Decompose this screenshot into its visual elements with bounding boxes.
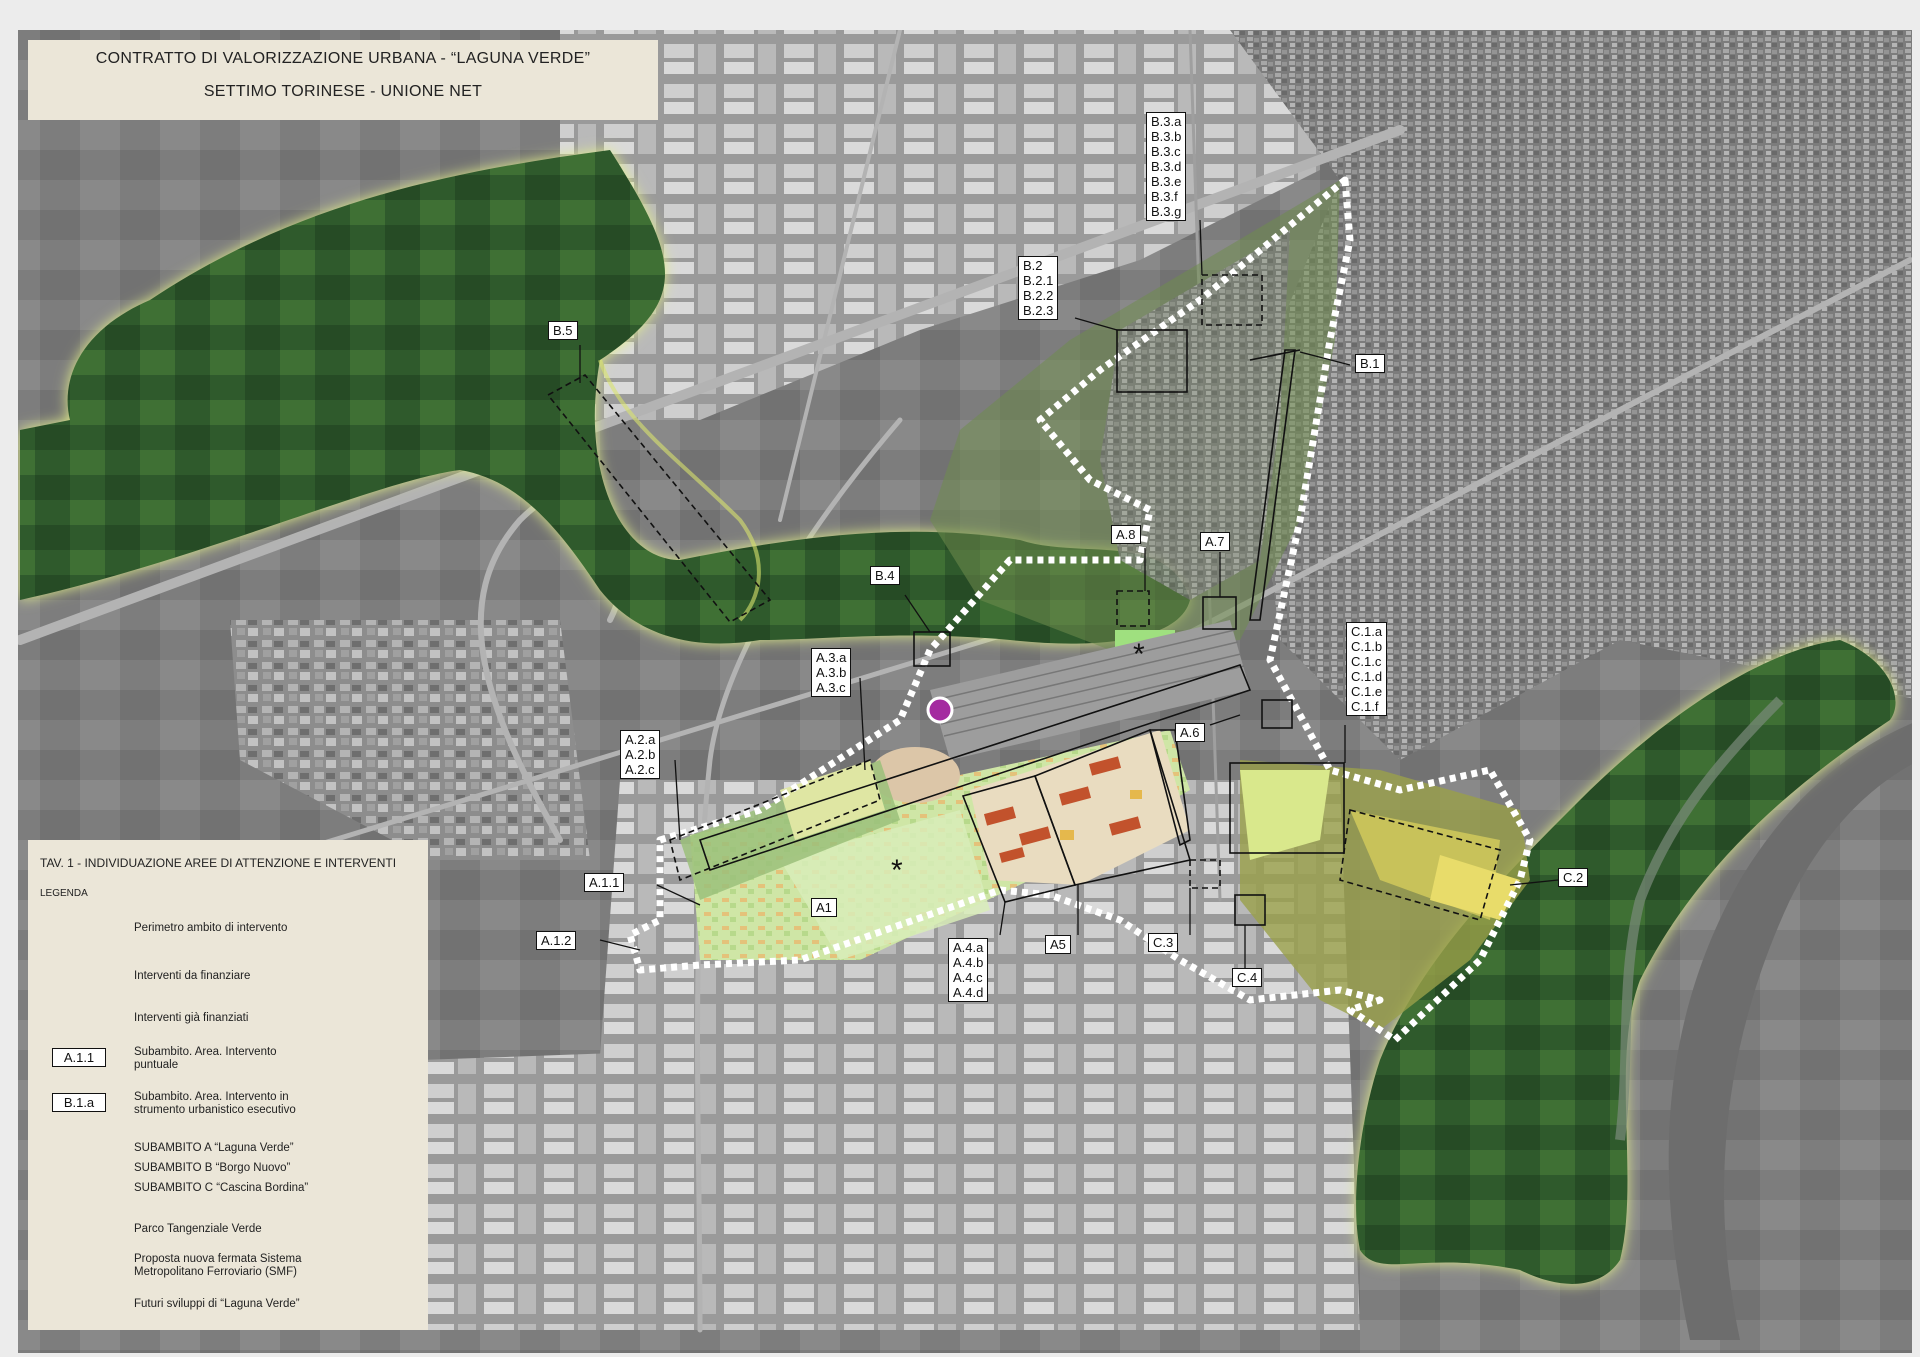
legend-park-label: Parco Tangenziale Verde	[134, 1223, 262, 1235]
map-label-line: B.2.1	[1023, 273, 1054, 288]
map-label-line: B.3.c	[1151, 144, 1181, 159]
map-label-line: C.1.a	[1351, 624, 1383, 639]
label-a12[interactable]: A.1.2	[536, 931, 577, 950]
map-label-line: B.3.e	[1151, 174, 1182, 189]
future-development-marker: *	[891, 854, 903, 887]
legend-subambito-b: SUBAMBITO B “Borgo Nuovo”	[134, 1162, 291, 1174]
map-label-line: B.2	[1023, 258, 1043, 273]
map-label-line: B.3.b	[1151, 129, 1182, 144]
map-label-line: B.3.a	[1151, 114, 1182, 129]
legend-station-line1: Proposta nuova fermata Sistema	[134, 1253, 302, 1265]
legend-financed-label: Interventi già finanziati	[134, 1012, 249, 1024]
map-label-line: B.1	[1360, 356, 1380, 371]
legend-title: TAV. 1 - INDIVIDUAZIONE AREE DI ATTENZIO…	[40, 856, 397, 870]
label-a2[interactable]: A.2.a A.2.b A.2.c	[620, 730, 661, 779]
label-c3[interactable]: C.3	[1148, 933, 1179, 952]
map-label-line: B.5	[553, 323, 573, 338]
station-marker[interactable]	[926, 696, 954, 724]
label-a7[interactable]: A.7	[1200, 532, 1230, 551]
map-label-line: A.4.a	[953, 940, 984, 955]
legend-exec-intervention-label: Subambito. Area. Intervento in strumento…	[134, 1091, 296, 1117]
map-label-line: A.1.2	[541, 933, 572, 948]
map-label-line: A.6	[1180, 725, 1200, 740]
map-label-line: C.4	[1237, 970, 1258, 985]
legend-subambito-a: SUBAMBITO A “Laguna Verde”	[134, 1142, 294, 1154]
legend-perimeter-label: Perimetro ambito di intervento	[134, 922, 288, 934]
map-label-line: B.3.f	[1151, 189, 1178, 204]
label-a11[interactable]: A.1.1	[584, 873, 625, 892]
map-label-line: C.1.e	[1351, 684, 1383, 699]
future-development-marker: *	[1133, 638, 1145, 671]
legend-sample-b1a: B.1.a	[52, 1093, 106, 1112]
legend-station-line2: Metropolitano Ferroviario (SMF)	[134, 1266, 297, 1278]
map-title: CONTRATTO DI VALORIZZAZIONE URBANA - “LA…	[95, 50, 591, 67]
map-label-line: A.4.b	[953, 955, 984, 970]
label-a1[interactable]: A1	[811, 898, 837, 917]
map-label-line: C.1.b	[1351, 639, 1383, 654]
label-c1[interactable]: C.1.a C.1.b C.1.c C.1.d C.1.e C.1.f	[1346, 622, 1388, 716]
legend-heading: LEGENDA	[40, 888, 88, 899]
map-label-line: B.2.3	[1023, 303, 1054, 318]
map-subtitle: SETTIMO TORINESE - UNIONE NET	[203, 83, 483, 100]
legend-subambito-c: SUBAMBITO C “Cascina Bordina”	[134, 1182, 309, 1194]
label-b3[interactable]: B.3.a B.3.b B.3.c B.3.d B.3.e B.3.f B.3.g	[1146, 112, 1187, 221]
map-label-line: A.7	[1205, 534, 1225, 549]
map-label-line: C.1.d	[1351, 669, 1383, 684]
label-a8[interactable]: A.8	[1111, 525, 1141, 544]
label-b4[interactable]: B.4	[870, 566, 900, 585]
map-label-line: A5	[1050, 937, 1066, 952]
label-c4[interactable]: C.4	[1232, 968, 1263, 987]
map-label-line: A1	[816, 900, 832, 915]
map-label-line: C.1.f	[1351, 699, 1379, 714]
label-c2[interactable]: C.2	[1558, 868, 1589, 887]
label-a5[interactable]: A5	[1045, 935, 1071, 954]
map-label-line: A.3.c	[816, 680, 846, 695]
legend-to-finance-label: Interventi da finanziare	[134, 970, 251, 982]
map-label-line: A.2.a	[625, 732, 656, 747]
map-label-line: C.3	[1153, 935, 1174, 950]
label-b5[interactable]: B.5	[548, 321, 578, 340]
map-label-line: A.3.b	[816, 665, 847, 680]
legend-exec-line1: Subambito. Area. Intervento in	[134, 1091, 289, 1103]
map-label-line: A.2.b	[625, 747, 656, 762]
map-label-line: C.2	[1563, 870, 1584, 885]
legend-point-line1: Subambito. Area. Intervento	[134, 1046, 277, 1058]
map-label-line: A.3.a	[816, 650, 847, 665]
map-label-line: C.1.c	[1351, 654, 1382, 669]
legend-sample-a11: A.1.1	[52, 1048, 106, 1067]
label-b2[interactable]: B.2 B.2.1 B.2.2 B.2.3	[1018, 256, 1059, 320]
map-label-line: A.2.c	[625, 762, 655, 777]
legend-future-label: Futuri sviluppi di “Laguna Verde”	[134, 1298, 300, 1310]
label-a3[interactable]: A.3.a A.3.b A.3.c	[811, 648, 852, 697]
label-a6[interactable]: A.6	[1175, 723, 1205, 742]
map-label-line: A.8	[1116, 527, 1136, 542]
label-b1[interactable]: B.1	[1355, 354, 1385, 373]
map-label-line: B.4	[875, 568, 895, 583]
label-a4[interactable]: A.4.a A.4.b A.4.c A.4.d	[948, 938, 989, 1002]
legend-point-line2: puntuale	[134, 1059, 179, 1071]
map-label-line: B.2.2	[1023, 288, 1054, 303]
map-label-line: B.3.d	[1151, 159, 1182, 174]
map-label-line: A.4.d	[953, 985, 984, 1000]
legend-station-label: Proposta nuova fermata Sistema Metropoli…	[134, 1253, 301, 1279]
title-panel: CONTRATTO DI VALORIZZAZIONE URBANA - “LA…	[28, 40, 658, 120]
map-label-line: A.1.1	[589, 875, 620, 890]
map-label-line: B.3.g	[1151, 204, 1182, 219]
legend-panel: TAV. 1 - INDIVIDUAZIONE AREE DI ATTENZIO…	[28, 840, 428, 1330]
legend-point-intervention-label: Subambito. Area. Intervento puntuale	[134, 1046, 277, 1072]
legend-exec-line2: strumento urbanistico esecutivo	[134, 1104, 296, 1116]
map-label-line: A.4.c	[953, 970, 983, 985]
